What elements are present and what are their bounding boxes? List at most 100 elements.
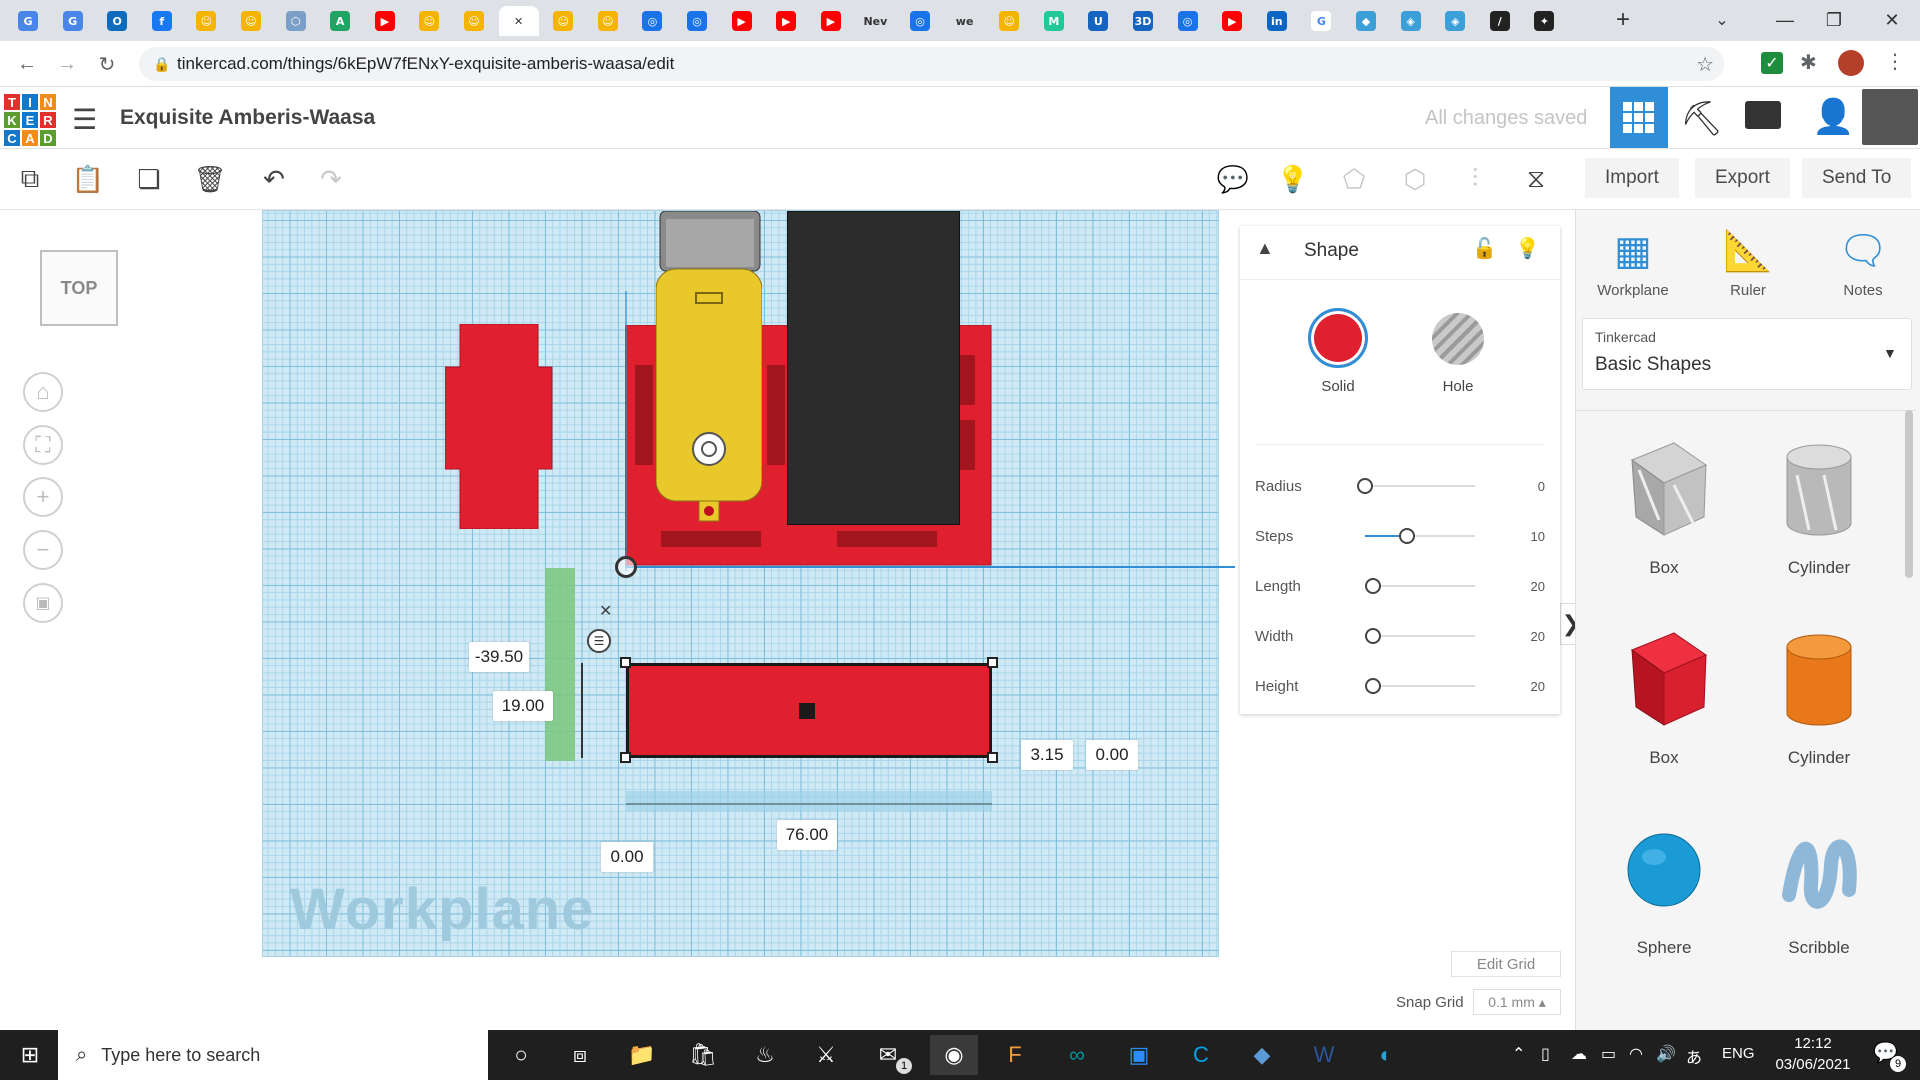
browser-tab[interactable]: we	[945, 6, 985, 36]
fit-view-icon[interactable]: ⛶	[23, 425, 63, 465]
new-tab-button[interactable]: +	[1603, 6, 1643, 34]
x-origin-field[interactable]: 0.00	[601, 842, 653, 872]
chrome-icon[interactable]: ◉	[930, 1035, 978, 1075]
taskbar-search-box[interactable]: ⌕ Type here to search	[58, 1030, 488, 1080]
predator-icon[interactable]: ⚔	[802, 1035, 850, 1075]
window-close-icon[interactable]: ✕	[1872, 6, 1912, 34]
send-to-button[interactable]: Send To	[1802, 158, 1912, 198]
shape-box[interactable]: Box	[1594, 435, 1734, 615]
group-icon[interactable]: ⬠	[1336, 161, 1372, 197]
tab-search-icon[interactable]: ⌄	[1702, 6, 1742, 34]
browser-tab[interactable]: ◆	[1346, 6, 1386, 36]
maximize-icon[interactable]: ❐	[1814, 6, 1854, 34]
forward-icon[interactable]: →	[53, 50, 81, 78]
snap-grid-select[interactable]: 0.1 mm ▴	[1473, 989, 1561, 1015]
browser-tab[interactable]: ▶	[811, 6, 851, 36]
param-value[interactable]: 20	[1531, 679, 1545, 694]
zoom-out-icon[interactable]: −	[23, 530, 63, 570]
browser-tab[interactable]: ☺	[989, 6, 1029, 36]
clock-date[interactable]: 03/06/2021	[1765, 1056, 1861, 1073]
param-slider-knob[interactable]	[1365, 578, 1381, 594]
browser-tab[interactable]: ◎	[900, 6, 940, 36]
red-side-part[interactable]	[445, 324, 570, 529]
solid-button[interactable]	[1308, 308, 1368, 368]
paste-icon[interactable]: 📋	[70, 161, 106, 197]
shape-cylinder[interactable]: Cylinder	[1749, 435, 1889, 615]
corner-handle-tr[interactable]	[987, 657, 998, 668]
browser-tab[interactable]: G	[1301, 6, 1341, 36]
3d-design-view-button[interactable]	[1610, 87, 1668, 148]
ime-icon[interactable]: あ	[1686, 1044, 1702, 1068]
minimize-icon[interactable]: —	[1765, 6, 1805, 34]
browser-tab[interactable]: G	[8, 6, 48, 36]
param-value[interactable]: 20	[1531, 579, 1545, 594]
rotate-handle-icon[interactable]: ☰	[587, 629, 611, 653]
deselect-close-icon[interactable]: ✕	[599, 601, 612, 621]
reload-icon[interactable]: ↻	[93, 50, 121, 78]
param-value[interactable]: 20	[1531, 629, 1545, 644]
pickaxe-icon[interactable]: ⛏	[1680, 99, 1723, 139]
ruler-origin-icon[interactable]	[615, 556, 637, 578]
selected-red-box[interactable]	[626, 663, 992, 758]
corner-handle-tl[interactable]	[620, 657, 631, 668]
profile-avatar[interactable]	[1838, 50, 1864, 76]
browser-tab[interactable]: Nev	[855, 6, 895, 36]
ungroup-icon[interactable]: ⬡	[1397, 161, 1433, 197]
battery-icon[interactable]: ▭	[1601, 1044, 1616, 1064]
add-user-icon[interactable]: 👤	[1812, 97, 1854, 137]
lock-shape-icon[interactable]: 🔓	[1472, 236, 1497, 261]
x-offset-field[interactable]: 3.15	[1021, 740, 1073, 770]
param-slider-track[interactable]	[1365, 635, 1475, 637]
store-icon[interactable]: 🛍	[679, 1035, 727, 1075]
extension-check-icon[interactable]: ✓	[1761, 52, 1783, 74]
browser-tab[interactable]: O	[97, 6, 137, 36]
library-select[interactable]: Tinkercad Basic Shapes ▼	[1582, 318, 1912, 390]
browser-tab[interactable]: ◈	[1391, 6, 1431, 36]
browser-tab[interactable]: ☺	[186, 6, 226, 36]
tool-notes[interactable]: 🗨 Notes	[1818, 226, 1908, 299]
browser-tab[interactable]: ▶	[722, 6, 762, 36]
steam-icon[interactable]: ♨	[741, 1035, 789, 1075]
tray-device-icon[interactable]: ▯	[1541, 1044, 1550, 1064]
browser-tab[interactable]: ✕	[498, 6, 539, 36]
zoom-icon[interactable]: ▣	[1115, 1035, 1163, 1075]
delete-icon[interactable]: 🗑	[192, 161, 228, 197]
c-app-icon[interactable]: C	[1177, 1035, 1225, 1075]
zoom-in-icon[interactable]: +	[23, 477, 63, 517]
redo-icon[interactable]: ↷	[313, 161, 349, 197]
import-button[interactable]: Import	[1585, 158, 1679, 198]
y-position-field[interactable]: -39.50	[469, 642, 529, 672]
export-button[interactable]: Export	[1695, 158, 1790, 198]
volume-icon[interactable]: 🔊	[1656, 1044, 1676, 1064]
arduino-icon[interactable]: ∞	[1053, 1035, 1101, 1075]
param-slider-knob[interactable]	[1365, 678, 1381, 694]
url-field[interactable]: 🔒 tinkercad.com/things/6kEpW7fENxY-exqui…	[139, 47, 1724, 81]
yellow-motor[interactable]	[656, 211, 762, 531]
bricks-icon[interactable]	[1745, 101, 1781, 129]
hide-shape-icon[interactable]: 💡	[1515, 236, 1540, 261]
browser-tab[interactable]: ☺	[543, 6, 583, 36]
hole-button[interactable]	[1432, 313, 1484, 365]
ortho-view-icon[interactable]: ▣	[23, 583, 63, 623]
browser-tab[interactable]: ⬡	[276, 6, 316, 36]
corner-handle-bl[interactable]	[620, 752, 631, 763]
duplicate-icon[interactable]: ❏	[131, 161, 167, 197]
task-view-icon[interactable]: ⧈	[556, 1035, 604, 1075]
browser-tab[interactable]: ✦	[1524, 6, 1564, 36]
corner-handle-br[interactable]	[987, 752, 998, 763]
browser-tab[interactable]: ☺	[231, 6, 271, 36]
word-icon[interactable]: W	[1300, 1035, 1348, 1075]
vscode-icon[interactable]: ◆	[1238, 1035, 1286, 1075]
collapse-shape-panel-icon[interactable]: ▲	[1256, 238, 1274, 259]
browser-tab[interactable]: U	[1078, 6, 1118, 36]
param-slider-knob[interactable]	[1365, 628, 1381, 644]
browser-tab[interactable]: 3D	[1123, 6, 1163, 36]
center-handle[interactable]	[799, 703, 815, 719]
onedrive-icon[interactable]: ☁	[1571, 1044, 1587, 1064]
back-icon[interactable]: ←	[13, 50, 41, 78]
browser-tab[interactable]: ◎	[677, 6, 717, 36]
browser-tab[interactable]: ▶	[766, 6, 806, 36]
browser-tab[interactable]: /	[1480, 6, 1520, 36]
browser-tab[interactable]: A	[320, 6, 360, 36]
width-field[interactable]: 76.00	[777, 820, 837, 850]
